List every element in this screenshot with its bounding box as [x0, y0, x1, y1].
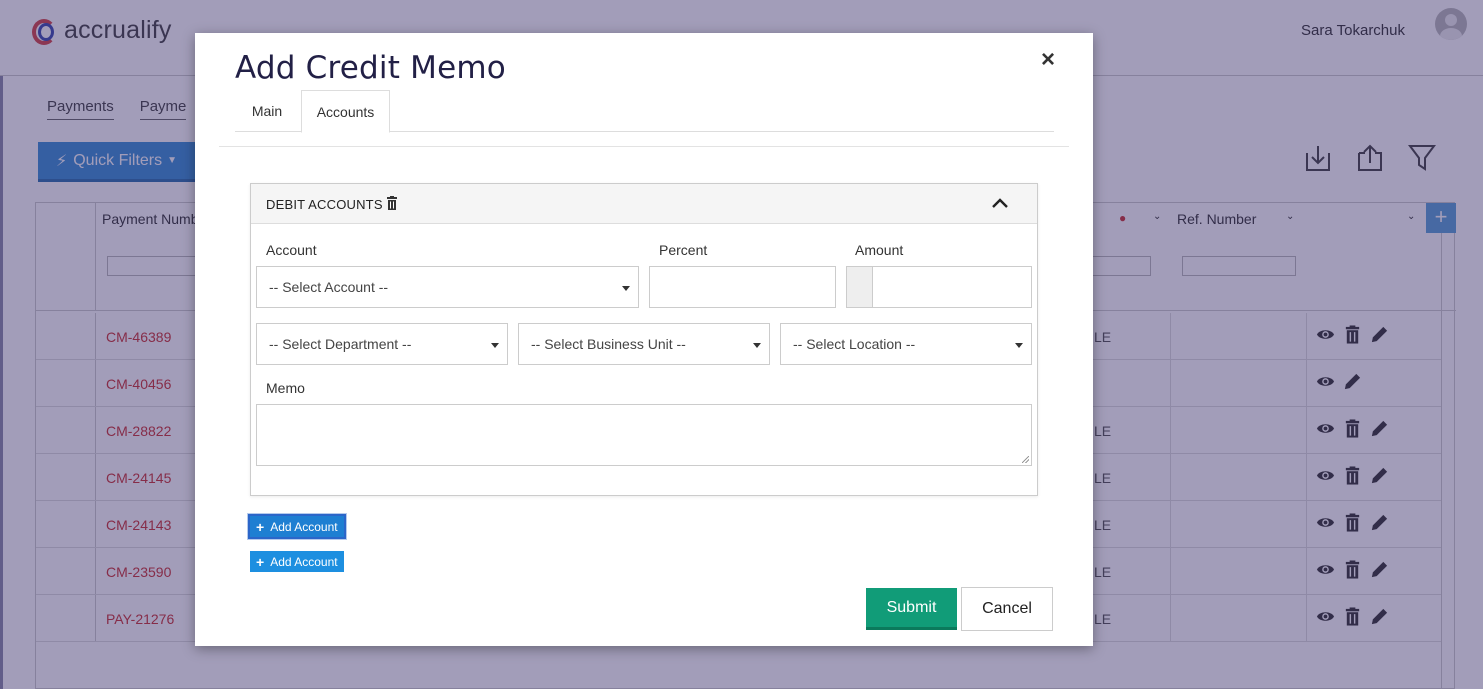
tab-accounts[interactable]: Accounts: [301, 90, 390, 133]
caret-down-icon: [753, 343, 761, 348]
caret-down-icon: [622, 286, 630, 291]
department-select[interactable]: -- Select Department --: [256, 323, 508, 365]
caret-down-icon: [491, 343, 499, 348]
cancel-button[interactable]: Cancel: [961, 587, 1053, 631]
add-account-button-2[interactable]: + Add Account: [250, 551, 344, 572]
percent-input[interactable]: [649, 266, 836, 308]
add-account-label: Add Account: [270, 554, 338, 569]
account-select-value: -- Select Account --: [269, 279, 389, 295]
add-account-button[interactable]: + Add Account: [248, 514, 346, 539]
add-account-label: Add Account: [270, 519, 338, 534]
chevron-up-icon[interactable]: [991, 194, 1009, 212]
location-select[interactable]: -- Select Location --: [780, 323, 1032, 365]
trash-icon[interactable]: [386, 196, 398, 210]
business-unit-select[interactable]: -- Select Business Unit --: [518, 323, 770, 365]
percent-label: Percent: [659, 242, 708, 258]
submit-button[interactable]: Submit: [866, 588, 957, 630]
memo-label: Memo: [266, 380, 305, 396]
tab-main[interactable]: Main: [235, 90, 299, 132]
debit-accounts-panel: DEBIT ACCOUNTS Account Percent Amount --…: [250, 183, 1038, 496]
caret-down-icon: [1015, 343, 1023, 348]
amount-input[interactable]: [846, 266, 1032, 308]
modal-title: Add Credit Memo: [235, 50, 506, 86]
modal-tabs: Main Accounts: [235, 90, 1054, 133]
amount-prefix: [847, 267, 873, 307]
memo-textarea[interactable]: [256, 404, 1032, 466]
account-label: Account: [266, 242, 317, 258]
plus-icon: +: [256, 553, 265, 570]
location-select-value: -- Select Location --: [793, 336, 916, 352]
plus-icon: +: [256, 518, 265, 535]
add-credit-memo-modal: Add Credit Memo × Main Accounts DEBIT AC…: [195, 33, 1093, 646]
divider: [219, 146, 1069, 147]
business-unit-select-value: -- Select Business Unit --: [531, 336, 686, 352]
panel-title: DEBIT ACCOUNTS: [266, 197, 383, 212]
account-select[interactable]: -- Select Account --: [256, 266, 639, 308]
close-icon[interactable]: ×: [1041, 46, 1055, 74]
department-select-value: -- Select Department --: [269, 336, 412, 352]
panel-header: DEBIT ACCOUNTS: [251, 184, 1037, 224]
amount-label: Amount: [855, 242, 904, 258]
